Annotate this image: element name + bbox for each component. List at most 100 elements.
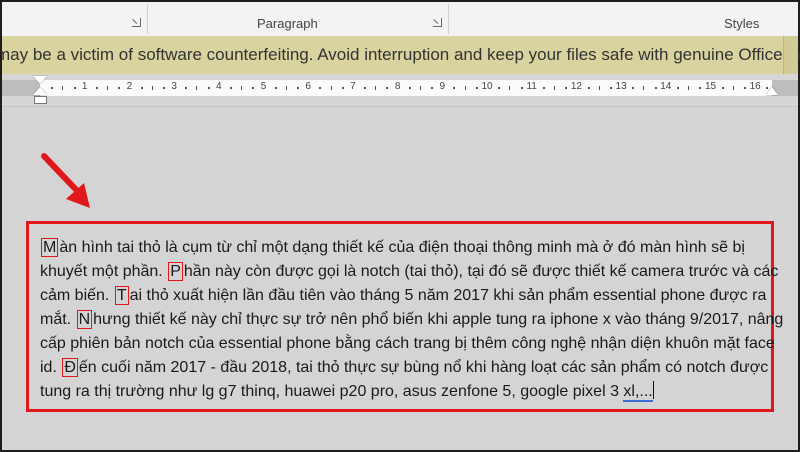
ruler-tick: [73, 87, 76, 89]
ruler-tick: [118, 87, 121, 89]
ruler-tick: [408, 87, 411, 89]
ruler-tick: [498, 87, 501, 89]
ruler-number: 13: [615, 81, 627, 92]
ruler-tick: [632, 87, 635, 89]
line-text: hần này còn được gọi là notch (tai thỏ),…: [183, 263, 779, 280]
ruler-tick: [319, 87, 322, 89]
line-text: cảm biến.: [40, 287, 114, 304]
ribbon-separator: [147, 4, 148, 34]
ruler-tick: [431, 87, 434, 89]
ruler-tick: [386, 87, 389, 89]
ruler-tick: [330, 86, 332, 90]
ruler-tick: [475, 87, 478, 89]
ruler-number: 10: [481, 81, 493, 92]
ruler-tick: [229, 87, 232, 89]
ruler-number: 14: [660, 81, 672, 92]
horizontal-ruler[interactable]: 1 2 3 4 5 6 7 8 9 10 11 12 13 14 15 16: [2, 74, 798, 107]
line-text: cấp phiên bản notch của essential phone …: [40, 335, 775, 352]
license-warning-bar: may be a victim of software counterfeiti…: [0, 36, 800, 75]
ruler-number: 3: [171, 81, 177, 92]
ruler-number: 8: [394, 81, 401, 92]
ruler-tick: [676, 87, 679, 89]
left-indent-icon[interactable]: [34, 96, 47, 104]
line-text: àn hình tai thỏ là cụm từ chỉ một dạng t…: [59, 239, 745, 256]
paragraph-line: Màn hình tai thỏ là cụm từ chỉ một dạng …: [40, 236, 776, 260]
ruler-tick: [509, 86, 511, 90]
sentence-start-letter: T: [114, 286, 129, 305]
ruler-number: 4: [216, 81, 222, 92]
sentence-start-letter: P: [168, 262, 183, 281]
ruler-tick: [375, 86, 377, 90]
ruler-tick: [207, 87, 210, 89]
ruler-tick: [464, 86, 466, 90]
paragraph-line: cấp phiên bản notch của essential phone …: [40, 332, 776, 356]
document-paragraph[interactable]: Màn hình tai thỏ là cụm từ chỉ một dạng …: [40, 236, 783, 404]
ruler-number: 12: [570, 81, 582, 92]
ruler-tick: [107, 86, 109, 90]
sentence-start-letter: Đ: [62, 358, 78, 377]
ruler-tick: [699, 87, 702, 89]
ruler-tick: [151, 86, 153, 90]
ruler-tick: [744, 87, 747, 89]
ruler-number: 1: [81, 81, 88, 92]
ruler-tick: [185, 87, 188, 89]
line-text: id.: [40, 359, 62, 376]
ruler-tick: [162, 87, 165, 89]
ruler-number: 16: [749, 81, 761, 92]
paragraph-line: id. Đến cuối năm 2017 - đầu 2018, tai th…: [40, 356, 776, 380]
hanging-indent-icon[interactable]: [33, 87, 47, 95]
ruler-number: 5: [260, 81, 267, 92]
ruler-tick: [732, 86, 734, 90]
ruler-tick: [688, 86, 690, 90]
ruler-number: 15: [704, 81, 717, 92]
ruler-tick: [520, 87, 523, 89]
spelling-underlined-word: xl,...: [623, 383, 653, 402]
red-arrow-icon: [41, 153, 90, 208]
ruler-tick: [62, 86, 64, 90]
ruler-tick: [721, 87, 724, 89]
right-indent-icon[interactable]: [766, 87, 778, 95]
line-text: tung ra thị trường như lg g7 thinq, huaw…: [40, 383, 624, 400]
paragraph-line: khuyết một phần. Phần này còn được gọi l…: [40, 260, 779, 284]
ruler-tick: [341, 87, 344, 89]
paragraph-line: tung ra thị trường như lg g7 thinq, huaw…: [40, 380, 776, 404]
drop-cap-letter: M: [41, 238, 59, 257]
ruler-tick: [51, 87, 54, 89]
paragraph-line: cảm biến. Tai thỏ xuất hiện lần đầu tiên…: [40, 284, 776, 308]
styles-group-label: Styles: [724, 16, 760, 31]
line-text: mắt.: [40, 311, 76, 328]
warning-bar-edge[interactable]: [783, 36, 798, 74]
font-dialog-launcher-icon[interactable]: [132, 18, 141, 27]
ruler-tick: [196, 86, 198, 90]
ruler-tick: [419, 86, 421, 90]
ruler-tick: [297, 87, 300, 89]
ruler-number: 2: [126, 81, 133, 92]
line-text: khuyết một phần.: [40, 263, 168, 280]
line-text: ai thỏ xuất hiện lần đầu tiên vào tháng …: [129, 287, 767, 304]
ruler-number: 11: [526, 81, 537, 92]
license-warning-message: may be a victim of software counterfeiti…: [0, 45, 800, 64]
ruler-tick: [95, 87, 98, 89]
paragraph-group-label: Paragraph: [257, 16, 318, 31]
document-area[interactable]: Màn hình tai thỏ là cụm từ chỉ một dạng …: [2, 107, 798, 450]
line-text: ến cuối năm 2017 - đầu 2018, tai thỏ thự…: [78, 359, 769, 376]
sentence-start-letter: N: [76, 310, 93, 329]
ruler-number: 7: [350, 81, 356, 92]
ruler-tick: [609, 87, 612, 89]
ruler-tick: [453, 87, 456, 89]
paragraph-dialog-launcher-icon[interactable]: [433, 18, 442, 27]
first-line-indent-icon[interactable]: [33, 76, 47, 84]
ribbon-separator: [448, 4, 449, 34]
ruler-tick: [587, 87, 590, 89]
ruler-tick: [554, 86, 556, 90]
ruler-tick: [274, 87, 277, 89]
ruler-tick: [654, 87, 657, 89]
ruler-tick: [598, 86, 600, 90]
line-text: hưng thiết kế này chỉ thực sự trở nên ph…: [93, 311, 784, 328]
ruler-tick: [241, 86, 243, 90]
text-cursor: [652, 381, 654, 399]
ribbon-group-labels: Paragraph Styles: [2, 2, 798, 37]
ruler-tick: [364, 87, 367, 89]
ruler-number: 6: [305, 81, 311, 92]
ruler-tick: [285, 86, 287, 90]
